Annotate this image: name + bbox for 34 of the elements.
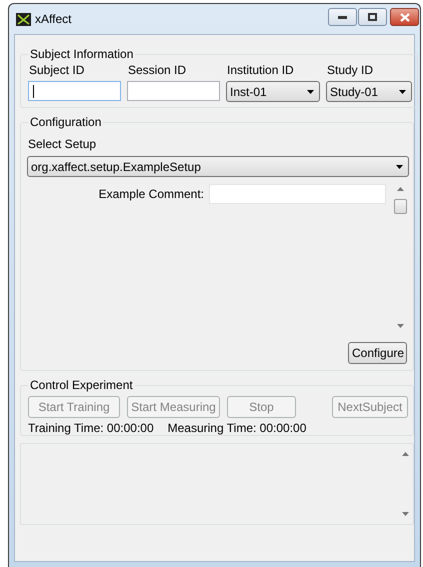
scroll-down-icon[interactable] — [396, 324, 404, 328]
text-cursor — [33, 84, 34, 98]
maximize-button[interactable] — [358, 8, 387, 26]
group-title: Configuration — [29, 115, 102, 129]
dropdown[interactable]: Study-01 — [326, 81, 412, 102]
scroll-up-icon[interactable] — [396, 187, 404, 191]
dropdown-arrow-icon — [307, 90, 314, 94]
field-label: Study ID — [326, 63, 374, 78]
scroll-thumb[interactable] — [394, 199, 406, 214]
close-button[interactable] — [390, 8, 419, 26]
configure-button[interactable]: Configure — [348, 342, 407, 364]
group-title: Control Experiment — [29, 378, 134, 392]
text-field[interactable] — [28, 81, 121, 101]
window-title: xAffect — [35, 12, 72, 26]
maximize-icon — [368, 13, 377, 21]
time-readout: Training Time: 00:00:00 — [28, 421, 154, 435]
scroll-down-icon[interactable] — [402, 512, 408, 516]
minimize-button[interactable] — [328, 8, 357, 26]
close-icon — [400, 12, 410, 22]
field-label: Session ID — [127, 63, 188, 78]
group-title: Subject Information — [29, 47, 134, 61]
dropdown[interactable]: Inst-01 — [226, 81, 320, 102]
field-label: Select Setup — [27, 137, 98, 152]
app-logo-icon — [16, 12, 31, 26]
dropdown-arrow-icon — [396, 164, 403, 168]
dropdown-arrow-icon — [399, 90, 406, 94]
field-label: Institution ID — [226, 63, 295, 78]
time-readout: Measuring Time: 00:00:00 — [168, 421, 306, 435]
scroll-up-icon[interactable] — [402, 452, 408, 456]
minimize-icon — [338, 16, 347, 18]
field-label: Subject ID — [28, 63, 86, 78]
text-field[interactable] — [127, 81, 220, 101]
field-label: Example Comment: — [98, 187, 204, 201]
dropdown[interactable]: org.xaffect.setup.ExampleSetup — [27, 156, 409, 177]
